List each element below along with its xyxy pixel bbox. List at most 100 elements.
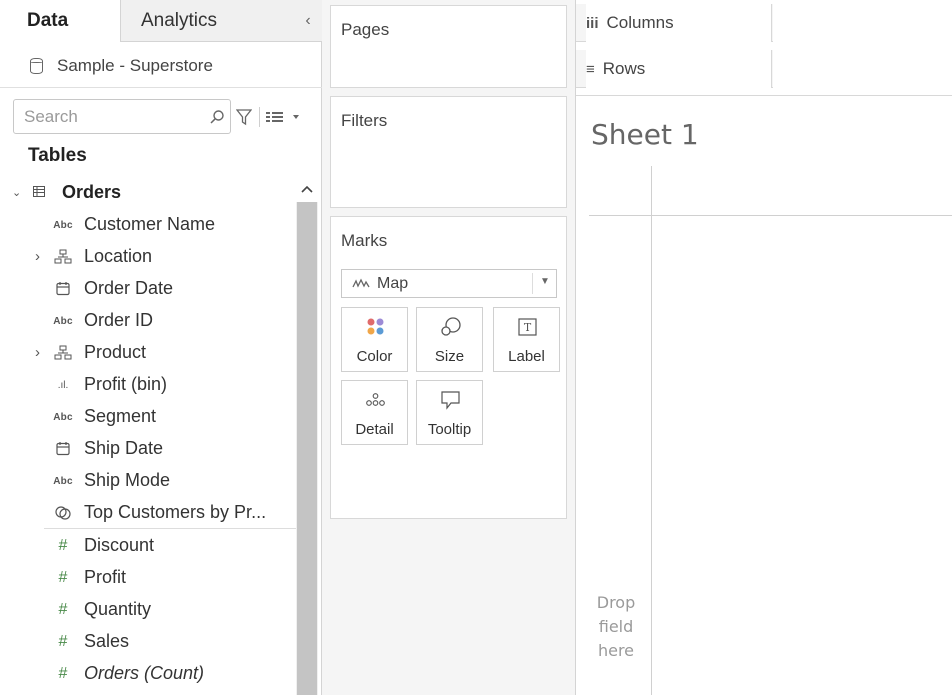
tab-data[interactable]: Data (0, 0, 120, 42)
field-ship-date[interactable]: Ship Date (0, 433, 296, 465)
chevron-right-icon[interactable]: › (35, 248, 40, 265)
field-label: Order Date (84, 278, 174, 298)
scrollbar[interactable] (296, 176, 318, 695)
columns-shelf-label: iii Columns (586, 4, 772, 42)
field-segment[interactable]: Abc Segment (0, 401, 296, 433)
data-pane: Data Analytics ‹ Sample - Superstore Tab… (0, 0, 322, 695)
scroll-thumb[interactable] (297, 202, 317, 695)
pages-shelf[interactable]: Pages (330, 5, 567, 88)
drop-hint-line: field (598, 617, 634, 636)
field-customer-name[interactable]: Abc Customer Name (0, 209, 296, 241)
field-product[interactable]: › Product (0, 337, 296, 369)
columns-shelf: iii Columns (576, 4, 952, 42)
hash-icon: # (58, 633, 68, 650)
sheet-title[interactable]: Sheet 1 (591, 118, 699, 151)
tooltip-button[interactable]: Tooltip (416, 380, 483, 445)
toolbar-separator (259, 107, 260, 127)
filters-title: Filters (341, 111, 388, 130)
hash-icon: # (58, 601, 68, 618)
hierarchy-icon (54, 345, 72, 360)
table-icon (33, 186, 45, 197)
hash-icon: # (58, 569, 68, 586)
columns-drop-zone[interactable] (773, 4, 952, 42)
dropdown-divider (532, 273, 533, 294)
field-orders-count[interactable]: # Orders (Count) (0, 658, 296, 690)
field-label: Discount (84, 535, 155, 555)
drop-field-hint[interactable]: Drop field here (591, 591, 641, 663)
color-button[interactable]: Color (341, 307, 408, 372)
field-label: Product (84, 342, 147, 362)
field-label: Profit (84, 567, 127, 587)
scroll-up-button[interactable] (296, 176, 318, 202)
field-label: Customer Name (84, 214, 216, 234)
field-label: Profit (bin) (84, 374, 168, 394)
field-sales[interactable]: # Sales (0, 626, 296, 658)
map-icon (352, 278, 370, 288)
color-icon (367, 318, 384, 335)
chevron-up-icon (301, 185, 313, 193)
rows-drop-zone[interactable] (773, 50, 952, 88)
search-box (13, 99, 231, 134)
table-orders[interactable]: ⌄ Orders (0, 176, 296, 208)
field-quantity[interactable]: # Quantity (0, 594, 296, 626)
field-label: Order ID (84, 310, 154, 330)
label-button[interactable]: T Label (493, 307, 560, 372)
field-profit[interactable]: # Profit (0, 562, 296, 594)
worksheet-area: iii Columns ≡ Rows Sheet 1 Drop field he… (575, 0, 952, 695)
detail-icon (366, 393, 385, 406)
field-order-id[interactable]: Abc Order ID (0, 305, 296, 337)
datasource[interactable]: Sample - Superstore (30, 55, 213, 77)
size-button[interactable]: Size (416, 307, 483, 372)
filter-icon[interactable] (236, 108, 252, 126)
measures-divider (44, 528, 296, 529)
view-canvas[interactable]: Sheet 1 Drop field here (576, 95, 952, 695)
bin-icon: .ıl. (57, 379, 69, 391)
drop-hint-line: here (597, 641, 635, 660)
tab-analytics[interactable]: Analytics (120, 0, 322, 42)
search-icon[interactable] (209, 109, 225, 125)
table-name: Orders (62, 182, 122, 202)
field-ship-mode[interactable]: Abc Ship Mode (0, 465, 296, 497)
size-icon (441, 317, 461, 336)
field-label: Sales (84, 631, 130, 651)
abc-icon: Abc (53, 411, 73, 423)
detail-button[interactable]: Detail (341, 380, 408, 445)
chevron-down-icon: ▼ (540, 276, 550, 287)
field-discount[interactable]: # Discount (0, 530, 296, 562)
column-axis-divider (589, 215, 952, 216)
color-label: Color (356, 348, 393, 365)
hash-icon: # (58, 665, 68, 682)
field-profit-bin[interactable]: .ıl. Profit (bin) (0, 369, 296, 401)
view-options-icon[interactable] (265, 109, 305, 125)
filters-shelf[interactable]: Filters (330, 96, 567, 208)
field-order-date[interactable]: Order Date (0, 273, 296, 305)
rows-shelf-label: ≡ Rows (586, 50, 772, 88)
field-label: Top Customers by Pr... (84, 502, 267, 522)
abc-icon: Abc (53, 315, 73, 327)
rows-icon: ≡ (586, 60, 595, 78)
field-label: Location (84, 246, 153, 266)
columns-label: Columns (606, 13, 674, 32)
collapse-pane-button[interactable]: ‹ (300, 12, 316, 30)
hash-icon: # (58, 537, 68, 554)
field-top-customers[interactable]: Top Customers by Pr... (0, 497, 296, 529)
marks-title: Marks (341, 231, 388, 250)
field-label: Ship Date (84, 438, 164, 458)
search-input[interactable] (14, 100, 204, 133)
mark-type-label: Map (377, 275, 409, 292)
rows-shelf: ≡ Rows (576, 50, 952, 88)
field-label: Quantity (84, 599, 152, 619)
label-label: Label (508, 348, 545, 365)
pages-title: Pages (341, 20, 390, 39)
calendar-icon (56, 282, 70, 296)
datasource-name: Sample - Superstore (57, 56, 213, 75)
field-location[interactable]: › Location (0, 241, 296, 273)
field-label: Orders (Count) (84, 663, 205, 683)
rows-label: Rows (602, 59, 646, 78)
tooltip-icon (441, 391, 460, 410)
calendar-icon (56, 442, 70, 456)
tooltip-label: Tooltip (427, 421, 472, 438)
chevron-down-icon[interactable]: ⌄ (12, 186, 21, 199)
chevron-right-icon[interactable]: › (35, 344, 40, 361)
mark-type-dropdown[interactable]: Map ▼ (341, 269, 557, 298)
